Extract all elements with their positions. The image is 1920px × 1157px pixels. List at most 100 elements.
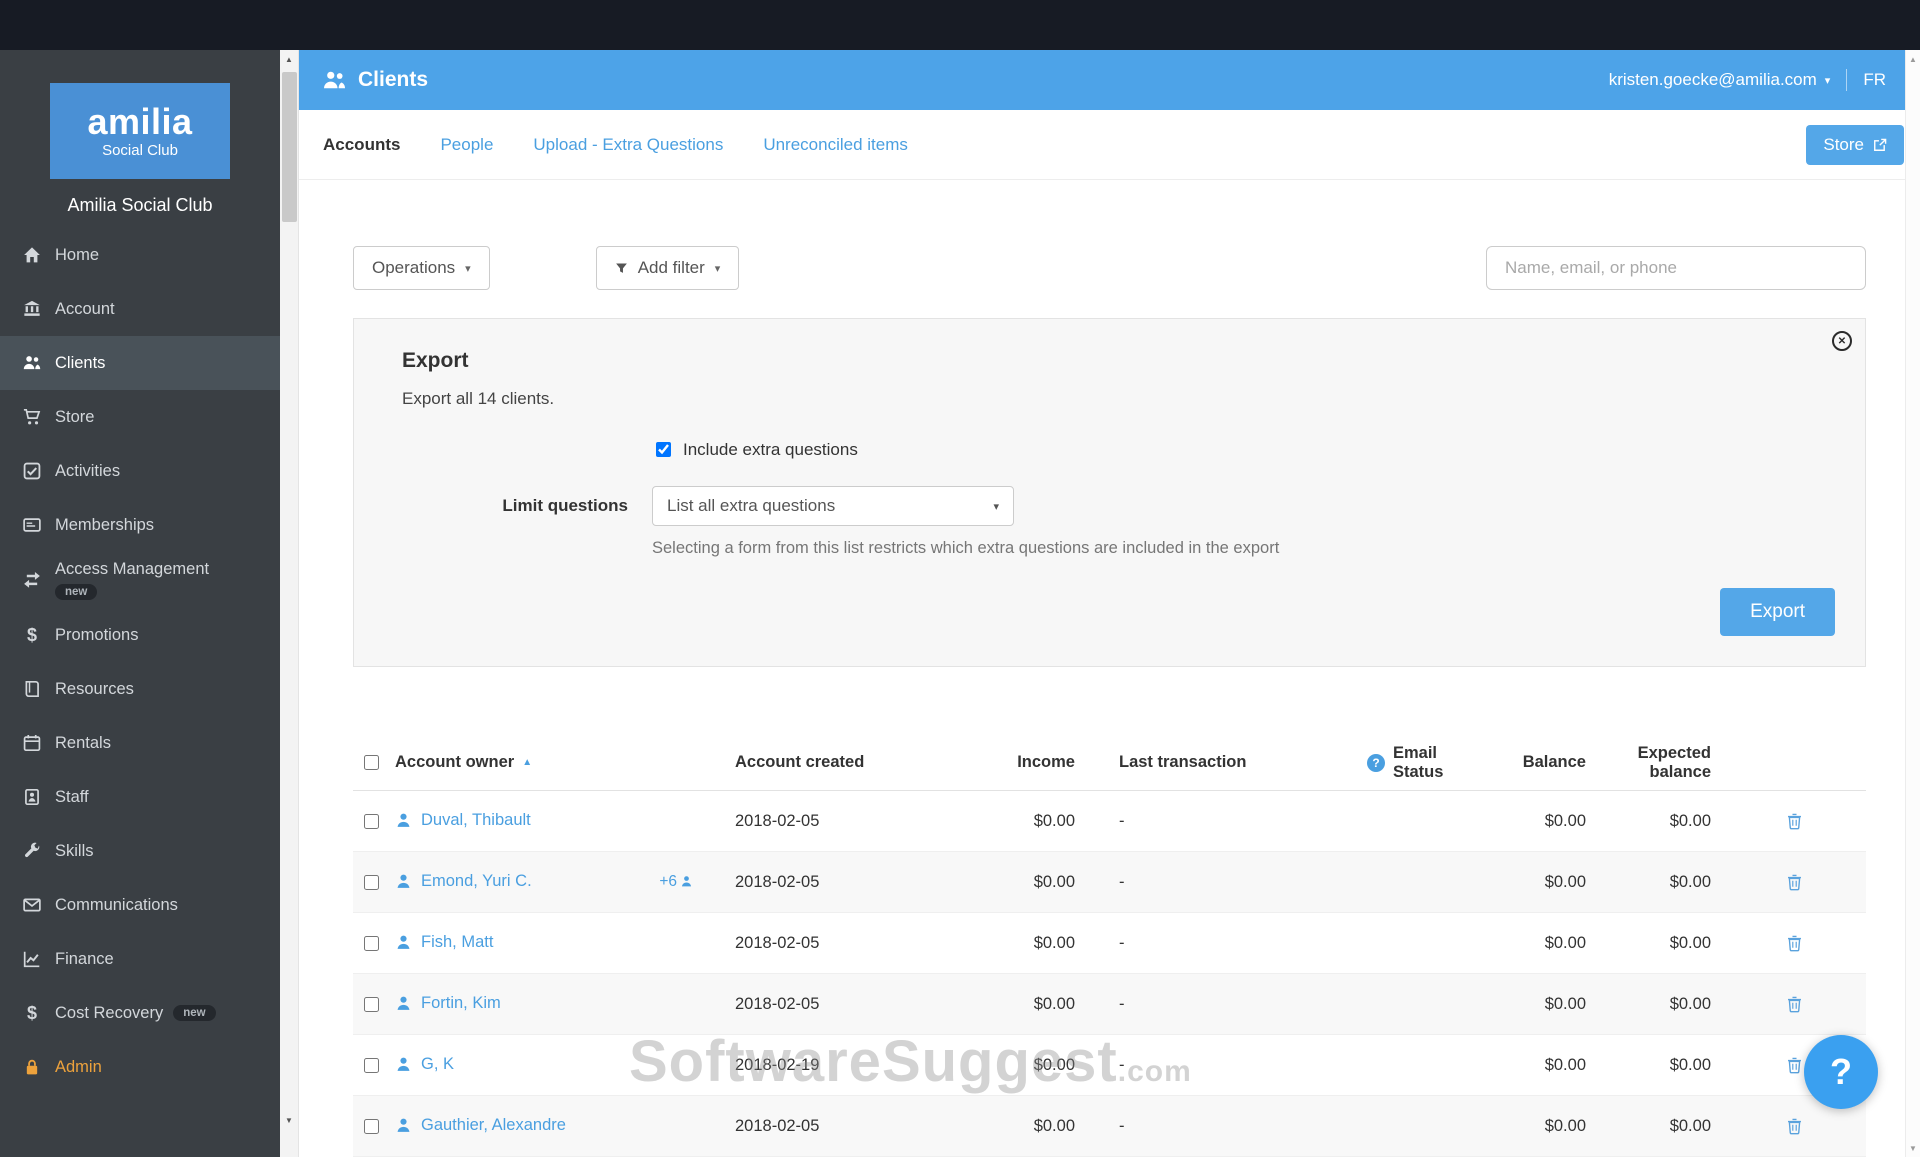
include-extra-label[interactable]: Include extra questions	[683, 440, 858, 460]
row-checkbox[interactable]	[364, 1118, 379, 1134]
row-checkbox[interactable]	[364, 1057, 379, 1073]
sidebar-item-cost-recovery[interactable]: $ Cost Recovery new	[0, 986, 280, 1040]
expected-balance-cell: $0.00	[1669, 1116, 1711, 1135]
table-row: Duval, Thibault 2018-02-05 $0.00 - $0.00 $0.0…	[353, 791, 1866, 852]
table-row: Gauthier, Alexandre 2018-02-05 $0.00 - $0.00…	[353, 1096, 1866, 1157]
export-button[interactable]: Export	[1720, 588, 1835, 636]
store-button-label: Store	[1823, 134, 1864, 154]
scroll-down-arrow[interactable]: ▼	[280, 1111, 298, 1129]
tabs: Accounts People Upload - Extra Questions Un…	[323, 135, 908, 155]
expected-balance-cell: $0.00	[1669, 994, 1711, 1013]
sidebar-item-finance[interactable]: Finance	[0, 932, 280, 986]
tab-accounts[interactable]: Accounts	[323, 135, 400, 155]
sidebar-item-activities[interactable]: Activities	[0, 444, 280, 498]
org-name: Amilia Social Club	[67, 195, 213, 215]
account-created-cell: 2018-02-05	[735, 811, 820, 830]
income-cell: $0.00	[1033, 811, 1075, 830]
account-owner-link[interactable]: G, K	[421, 1055, 454, 1075]
sidebar-item-label: Home	[55, 245, 100, 264]
sidebar-item-promotions[interactable]: $ Promotions	[0, 608, 280, 662]
limit-questions-label: Limit questions	[502, 496, 628, 515]
help-icon[interactable]: ?	[1367, 753, 1385, 772]
clients-icon	[323, 69, 346, 92]
search-input[interactable]	[1486, 246, 1866, 290]
sidebar-item-label: Promotions	[55, 625, 139, 644]
extra-members[interactable]: +6	[659, 873, 693, 891]
tab-upload-extra-questions[interactable]: Upload - Extra Questions	[533, 135, 723, 155]
account-created-cell: 2018-02-05	[735, 933, 820, 952]
help-button[interactable]: ?	[1804, 1035, 1878, 1109]
sidebar-item-memberships[interactable]: Memberships	[0, 498, 280, 552]
account-owner-link[interactable]: Fortin, Kim	[421, 994, 501, 1014]
row-checkbox[interactable]	[364, 874, 379, 890]
sidebar: amilia Social Club Amilia Social Club Ho…	[0, 50, 280, 1157]
select-value: List all extra questions	[667, 496, 836, 515]
operations-dropdown[interactable]: Operations ▾	[353, 246, 490, 290]
divider	[1846, 69, 1848, 91]
export-title: Export	[402, 349, 469, 372]
trash-icon[interactable]	[1782, 870, 1807, 895]
chart-icon	[22, 950, 42, 968]
amilia-logo: amilia Social Club	[50, 83, 230, 179]
trash-icon[interactable]	[1782, 992, 1807, 1017]
scrollbar-thumb[interactable]	[282, 72, 297, 222]
page-scrollbar[interactable]: ▲ ▼	[1905, 50, 1920, 1157]
user-menu[interactable]: kristen.goecke@amilia.com ▾	[1609, 70, 1831, 90]
language-toggle[interactable]: FR	[1863, 70, 1886, 90]
scroll-up-arrow[interactable]: ▲	[280, 50, 298, 68]
sidebar-item-label: Store	[55, 407, 95, 426]
trash-icon[interactable]	[1782, 809, 1807, 834]
scroll-down-arrow[interactable]: ▼	[1906, 1139, 1920, 1157]
income-cell: $0.00	[1033, 994, 1075, 1013]
sidebar-item-communications[interactable]: Communications	[0, 878, 280, 932]
account-owner-link[interactable]: Gauthier, Alexandre	[421, 1116, 566, 1136]
select-all-checkbox[interactable]	[364, 755, 379, 770]
scroll-up-arrow[interactable]: ▲	[1906, 50, 1920, 68]
account-owner-link[interactable]: Emond, Yuri C.	[421, 872, 532, 892]
book-icon	[22, 680, 42, 698]
external-link-icon	[1873, 138, 1887, 152]
sidebar-item-resources[interactable]: Resources	[0, 662, 280, 716]
card-icon	[22, 516, 42, 534]
trash-icon[interactable]	[1782, 1114, 1807, 1139]
person-icon	[395, 1056, 412, 1073]
sidebar-item-clients[interactable]: Clients	[0, 336, 280, 390]
sidebar-item-account[interactable]: Account	[0, 282, 280, 336]
sidebar-item-access-management[interactable]: Access Management new	[0, 552, 280, 608]
row-checkbox[interactable]	[364, 935, 379, 951]
limit-questions-helper: Selecting a form from this list restrict…	[652, 539, 1280, 557]
include-extra-checkbox[interactable]	[656, 442, 671, 457]
column-account-owner[interactable]: Account owner ▲	[389, 753, 723, 772]
close-icon[interactable]: ✕	[1832, 331, 1852, 351]
id-badge-icon	[22, 788, 42, 806]
sidebar-item-label: Finance	[55, 949, 114, 968]
sidebar-item-rentals[interactable]: Rentals	[0, 716, 280, 770]
tools-icon	[22, 842, 42, 860]
sidebar-item-staff[interactable]: Staff	[0, 770, 280, 824]
account-owner-link[interactable]: Fish, Matt	[421, 933, 493, 953]
tab-unreconciled-items[interactable]: Unreconciled items	[763, 135, 908, 155]
sort-asc-icon: ▲	[522, 757, 533, 768]
tab-people[interactable]: People	[440, 135, 493, 155]
sidebar-item-label: Staff	[55, 787, 89, 806]
row-checkbox[interactable]	[364, 996, 379, 1012]
store-button[interactable]: Store	[1806, 124, 1904, 165]
user-email: kristen.goecke@amilia.com	[1608, 70, 1817, 89]
account-owner-link[interactable]: Duval, Thibault	[421, 811, 531, 831]
sidebar-item-label: Account	[55, 299, 115, 318]
balance-cell: $0.00	[1544, 933, 1586, 952]
row-checkbox[interactable]	[364, 813, 379, 829]
page-title: Clients	[358, 68, 429, 91]
last-transaction-cell: -	[1119, 1055, 1125, 1074]
limit-questions-select[interactable]: List all extra questions ▾	[652, 486, 1014, 526]
sidebar-item-label: Cost Recovery	[55, 1003, 164, 1022]
account-created-cell: 2018-02-05	[735, 994, 820, 1013]
sidebar-scrollbar[interactable]: ▲ ▼	[280, 50, 299, 1157]
trash-icon[interactable]	[1782, 931, 1807, 956]
sidebar-item-admin[interactable]: Admin	[0, 1040, 280, 1094]
main-area: Clients kristen.goecke@amilia.com ▾ FR A…	[299, 50, 1920, 1157]
sidebar-item-skills[interactable]: Skills	[0, 824, 280, 878]
sidebar-item-home[interactable]: Home	[0, 228, 280, 282]
sidebar-item-store[interactable]: Store	[0, 390, 280, 444]
add-filter-dropdown[interactable]: Add filter ▾	[595, 246, 740, 290]
